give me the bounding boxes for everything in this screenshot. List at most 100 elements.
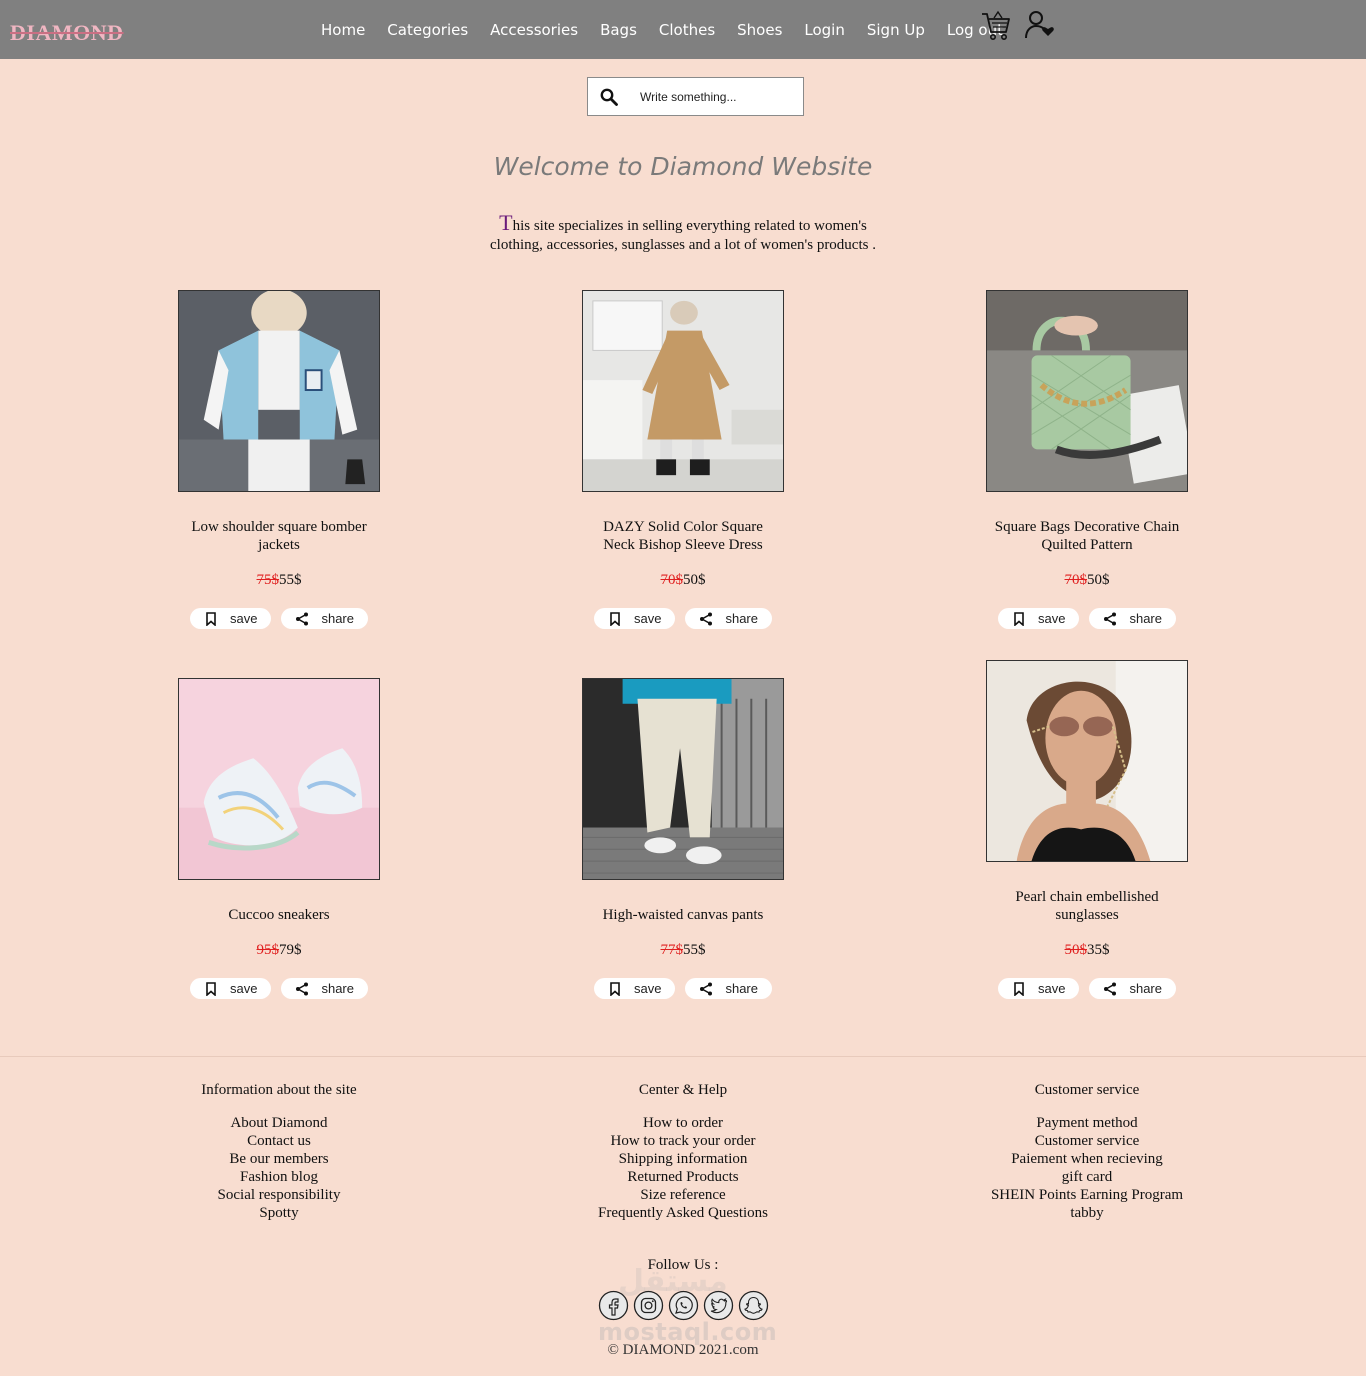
nav-bags[interactable]: Bags bbox=[600, 21, 637, 39]
footer-link[interactable]: tabby bbox=[937, 1204, 1237, 1222]
search-icon[interactable] bbox=[600, 88, 618, 106]
new-price: 55$ bbox=[279, 572, 302, 588]
new-price: 50$ bbox=[1087, 572, 1110, 588]
product-price: 50$35$ bbox=[962, 942, 1212, 959]
share-label: share bbox=[725, 611, 758, 626]
nav-sign-up[interactable]: Sign Up bbox=[867, 21, 925, 39]
product-image-sneakers[interactable] bbox=[178, 678, 380, 880]
share-label: share bbox=[1129, 981, 1162, 996]
footer-link[interactable]: Paiement when recieving bbox=[937, 1150, 1237, 1168]
product-name[interactable]: High-waisted canvas pants bbox=[558, 906, 808, 924]
save-button[interactable]: save bbox=[190, 978, 272, 999]
instagram-icon[interactable] bbox=[633, 1290, 664, 1321]
share-button[interactable]: share bbox=[281, 608, 368, 629]
footer-column-title: Customer service bbox=[1034, 1082, 1140, 1098]
share-button[interactable]: share bbox=[685, 978, 772, 999]
share-icon bbox=[700, 982, 713, 995]
product-card: Low shoulder square bomber jackets 75$55… bbox=[154, 290, 404, 629]
footer-link[interactable]: Fashion blog bbox=[129, 1168, 429, 1186]
whatsapp-icon[interactable] bbox=[668, 1290, 699, 1321]
page-title: Welcome to Diamond Website bbox=[493, 152, 873, 181]
user-heart-icon[interactable] bbox=[1024, 8, 1056, 42]
facebook-icon[interactable] bbox=[598, 1290, 629, 1321]
footer-link[interactable]: Payment method bbox=[937, 1114, 1237, 1132]
product-image-bomber-jacket[interactable] bbox=[178, 290, 380, 492]
footer-link[interactable]: How to order bbox=[533, 1114, 833, 1132]
nav-shoes[interactable]: Shoes bbox=[737, 21, 782, 39]
nav-clothes[interactable]: Clothes bbox=[659, 21, 715, 39]
top-navbar: DIAMOND Home Categories Accessories Bags… bbox=[0, 0, 1366, 59]
save-button[interactable]: save bbox=[594, 608, 676, 629]
footer-link[interactable]: About Diamond bbox=[129, 1114, 429, 1132]
save-button[interactable]: save bbox=[594, 978, 676, 999]
footer-link[interactable]: Be our members bbox=[129, 1150, 429, 1168]
nav-accessories[interactable]: Accessories bbox=[490, 21, 578, 39]
footer-link[interactable]: How to track your order bbox=[533, 1132, 833, 1150]
footer-link[interactable]: Spotty bbox=[129, 1204, 429, 1222]
product-name[interactable]: Square Bags Decorative Chain Quilted Pat… bbox=[962, 518, 1212, 554]
nav-login[interactable]: Login bbox=[804, 21, 844, 39]
share-button[interactable]: share bbox=[281, 978, 368, 999]
shopping-cart-icon[interactable] bbox=[980, 8, 1012, 42]
social-links bbox=[598, 1290, 769, 1321]
intro-text: This site specializes in selling everyth… bbox=[483, 212, 883, 255]
footer-link[interactable]: Returned Products bbox=[533, 1168, 833, 1186]
site-logo[interactable]: DIAMOND bbox=[10, 20, 124, 46]
footer-column-info: Information about the site About Diamond… bbox=[129, 1082, 429, 1222]
nav-categories[interactable]: Categories bbox=[387, 21, 468, 39]
product-card: Cuccoo sneakers 95$79$ save share bbox=[154, 678, 404, 999]
product-name[interactable]: DAZY Solid Color Square Neck Bishop Slee… bbox=[558, 518, 808, 554]
old-price: 50$ bbox=[1064, 942, 1088, 958]
product-name[interactable]: Pearl chain embellished sunglasses bbox=[962, 888, 1212, 924]
save-button[interactable]: save bbox=[998, 978, 1080, 999]
nav-home[interactable]: Home bbox=[321, 21, 365, 39]
save-button[interactable]: save bbox=[190, 608, 272, 629]
share-button[interactable]: share bbox=[1089, 978, 1176, 999]
bookmark-icon bbox=[1014, 981, 1024, 996]
old-price: 70$ bbox=[660, 572, 684, 588]
snapchat-icon[interactable] bbox=[738, 1290, 769, 1321]
save-label: save bbox=[1038, 611, 1066, 626]
product-card: High-waisted canvas pants 77$55$ save sh… bbox=[558, 678, 808, 999]
footer-column-help: Center & Help How to order How to track … bbox=[533, 1082, 833, 1222]
share-button[interactable]: share bbox=[685, 608, 772, 629]
product-name[interactable]: Low shoulder square bomber jackets bbox=[154, 518, 404, 554]
product-card: Pearl chain embellished sunglasses 50$35… bbox=[962, 660, 1212, 999]
product-name[interactable]: Cuccoo sneakers bbox=[154, 906, 404, 924]
save-label: save bbox=[634, 611, 662, 626]
share-button[interactable]: share bbox=[1089, 608, 1176, 629]
search-input[interactable] bbox=[640, 86, 790, 108]
product-actions: save share bbox=[154, 978, 404, 999]
product-image-canvas-pants[interactable] bbox=[582, 678, 784, 880]
share-label: share bbox=[321, 611, 354, 626]
new-price: 35$ bbox=[1087, 942, 1110, 958]
footer-link[interactable]: Shipping information bbox=[533, 1150, 833, 1168]
footer-link[interactable]: Size reference bbox=[533, 1186, 833, 1204]
intro-body: his site specializes in selling everythi… bbox=[490, 218, 876, 253]
product-price: 70$50$ bbox=[962, 572, 1212, 589]
footer-link[interactable]: SHEIN Points Earning Program bbox=[937, 1186, 1237, 1204]
product-price: 75$55$ bbox=[154, 572, 404, 589]
save-label: save bbox=[230, 981, 258, 996]
share-label: share bbox=[725, 981, 758, 996]
product-price: 77$55$ bbox=[558, 942, 808, 959]
footer-column-title: Information about the site bbox=[201, 1082, 357, 1098]
footer-link[interactable]: Social responsibility bbox=[129, 1186, 429, 1204]
footer-link[interactable]: Contact us bbox=[129, 1132, 429, 1150]
bookmark-icon bbox=[1014, 611, 1024, 626]
twitter-icon[interactable] bbox=[703, 1290, 734, 1321]
product-image-pearl-sunglasses[interactable] bbox=[986, 660, 1188, 862]
bookmark-icon bbox=[610, 981, 620, 996]
old-price: 75$ bbox=[256, 572, 280, 588]
new-price: 79$ bbox=[279, 942, 302, 958]
share-label: share bbox=[321, 981, 354, 996]
old-price: 95$ bbox=[256, 942, 280, 958]
save-button[interactable]: save bbox=[998, 608, 1080, 629]
product-image-quilted-bag[interactable] bbox=[986, 290, 1188, 492]
footer-link[interactable]: gift card bbox=[937, 1168, 1237, 1186]
product-image-bishop-dress[interactable] bbox=[582, 290, 784, 492]
footer-link[interactable]: Customer service bbox=[937, 1132, 1237, 1150]
footer-link[interactable]: Frequently Asked Questions bbox=[533, 1204, 833, 1222]
nav-links: Home Categories Accessories Bags Clothes… bbox=[310, 0, 1014, 59]
copyright: © DIAMOND 2021.com bbox=[607, 1342, 759, 1358]
